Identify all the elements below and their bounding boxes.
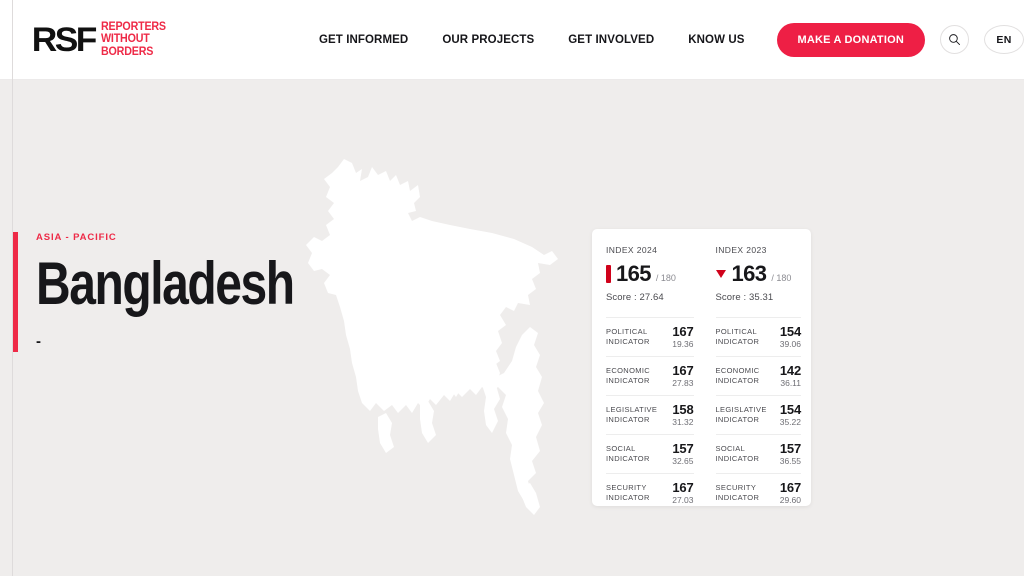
- indicator-score: 29.60: [779, 495, 801, 505]
- trend-down-icon: [715, 270, 726, 278]
- indicator-row: POLITICAL INDICATOR 154 39.06: [715, 317, 801, 356]
- indicator-score: 27.03: [672, 495, 694, 505]
- indicator-name: SOCIAL INDICATOR: [715, 444, 760, 463]
- indicator-name: ECONOMIC INDICATOR: [715, 366, 760, 385]
- press-freedom-index-card: INDEX 2024 165 / 180 Score : 27.64 POLIT…: [592, 229, 811, 506]
- indicator-row: ECONOMIC INDICATOR 167 27.83: [606, 356, 694, 395]
- indicator-score: 31.32: [672, 417, 694, 427]
- indicator-score: 27.83: [672, 378, 694, 388]
- indicator-rank: 157: [779, 441, 801, 456]
- index-2023-rank-row: 163 / 180: [715, 261, 802, 286]
- indicator-row: ECONOMIC INDICATOR 142 36.11: [715, 356, 801, 395]
- logo-line-1: REPORTERS: [100, 20, 166, 33]
- indicator-score: 32.65: [672, 456, 694, 466]
- indicator-name: LEGISLATIVE INDICATOR: [606, 405, 658, 424]
- main-navigation: GET INFORMED OUR PROJECTS GET INVOLVED K…: [302, 22, 1024, 57]
- index-2024-title: INDEX 2024: [606, 245, 658, 255]
- indicator-score: 39.06: [779, 339, 801, 349]
- trend-stable-icon: [606, 265, 611, 283]
- indicator-rank: 154: [779, 402, 801, 417]
- index-column-2023: INDEX 2023 163 / 180 Score : 35.31 POLIT…: [702, 229, 812, 506]
- indicator-name: ECONOMIC INDICATOR: [606, 366, 651, 385]
- indicator-score: 35.22: [779, 417, 801, 427]
- indicator-name: POLITICAL INDICATOR: [606, 327, 650, 346]
- index-2023-total: / 180: [771, 273, 792, 283]
- rsf-logo[interactable]: RSF REPORTERS WITHOUT BORDERS: [31, 20, 197, 59]
- make-a-donation-button[interactable]: MAKE A DONATION: [776, 22, 925, 57]
- search-icon: [948, 33, 961, 46]
- country-hero: ASIA - PACIFIC Bangladesh -: [12, 232, 358, 352]
- indicator-rank: 158: [672, 402, 694, 417]
- index-2023-rank: 163: [731, 261, 768, 286]
- index-2023-score: Score : 35.31: [715, 292, 774, 303]
- site-header: RSF REPORTERS WITHOUT BORDERS GET INFORM…: [0, 0, 1024, 80]
- nav-item-our-projects[interactable]: OUR PROJECTS: [425, 34, 551, 46]
- index-2024-score: Score : 27.64: [606, 292, 664, 303]
- indicator-rank: 154: [779, 324, 801, 339]
- indicator-rank: 142: [779, 363, 801, 378]
- nav-item-get-informed[interactable]: GET INFORMED: [302, 34, 425, 46]
- index-2024-total: / 180: [655, 273, 676, 283]
- index-2023-title: INDEX 2023: [715, 245, 767, 255]
- indicator-score: 19.36: [672, 339, 694, 349]
- indicator-score: 36.11: [780, 378, 801, 388]
- logo-wordmark: REPORTERS WITHOUT BORDERS: [101, 21, 191, 59]
- indicator-rank: 157: [672, 441, 694, 456]
- indicator-name: POLITICAL INDICATOR: [715, 327, 760, 346]
- index-2024-rank: 165: [616, 261, 652, 286]
- index-2024-rank-row: 165 / 180: [606, 263, 694, 285]
- indicator-row: LEGISLATIVE INDICATOR 158 31.32: [606, 395, 694, 434]
- search-button[interactable]: [940, 25, 969, 54]
- indicator-row: SOCIAL INDICATOR 157 36.55: [715, 434, 801, 473]
- page-title: Bangladesh: [36, 250, 295, 317]
- indicator-rank: 167: [672, 480, 694, 495]
- indicator-name: LEGISLATIVE INDICATOR: [715, 405, 767, 424]
- indicator-score: 36.55: [779, 456, 801, 466]
- logo-line-2: WITHOUT BORDERS: [100, 33, 153, 58]
- indicator-name: SOCIAL INDICATOR: [606, 444, 650, 463]
- indicator-row: LEGISLATIVE INDICATOR 154 35.22: [715, 395, 801, 434]
- nav-item-know-us[interactable]: KNOW US: [671, 34, 761, 46]
- language-switcher[interactable]: EN: [984, 25, 1024, 54]
- indicator-row: SOCIAL INDICATOR 157 32.65: [606, 434, 694, 473]
- indicator-name: SECURITY INDICATOR: [606, 483, 650, 502]
- index-column-2024: INDEX 2024 165 / 180 Score : 27.64 POLIT…: [592, 229, 702, 506]
- indicator-rank: 167: [672, 324, 694, 339]
- indicator-row: POLITICAL INDICATOR 167 19.36: [606, 317, 694, 356]
- indicator-row: SECURITY INDICATOR 167 27.03: [606, 473, 694, 512]
- page-left-rule: [12, 0, 13, 576]
- country-subtitle: -: [36, 333, 41, 350]
- indicator-row: SECURITY INDICATOR 167 29.60: [715, 473, 801, 512]
- region-label: ASIA - PACIFIC: [36, 232, 117, 243]
- indicator-rank: 167: [672, 363, 694, 378]
- indicator-name: SECURITY INDICATOR: [715, 483, 760, 502]
- logo-mark: RSF: [31, 20, 97, 59]
- indicator-rank: 167: [779, 480, 801, 495]
- nav-item-get-involved[interactable]: GET INVOLVED: [551, 34, 671, 46]
